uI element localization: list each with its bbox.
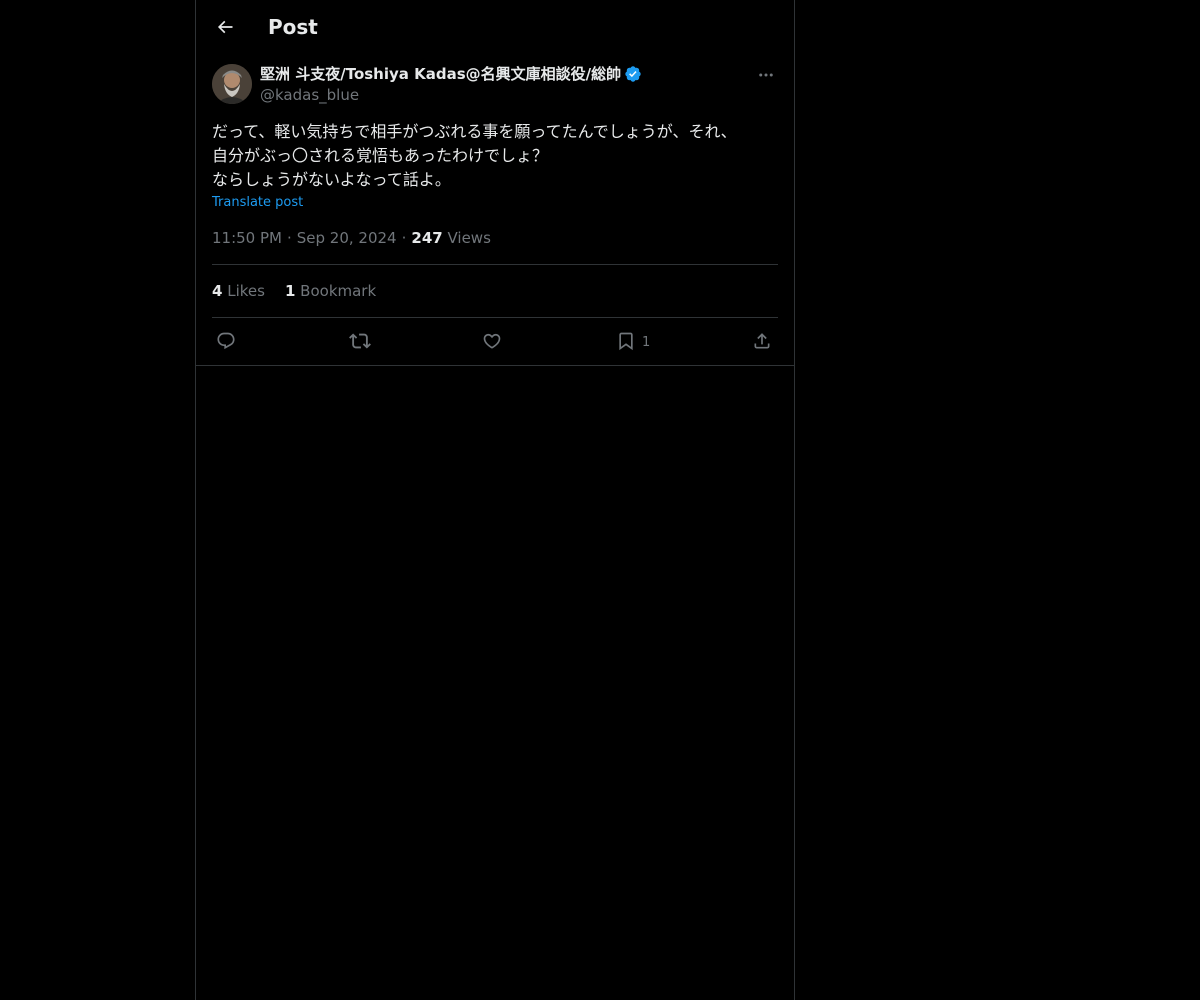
post-text-line: だって、軽い気持ちで相手がつぶれる事を願ってたんでしょうが、それ、 — [212, 122, 737, 141]
author-handle[interactable]: @kadas_blue — [260, 85, 642, 105]
bookmarks-stat-link[interactable]: 1 Bookmark — [285, 282, 376, 300]
translate-post-link[interactable]: Translate post — [212, 194, 303, 212]
post-time[interactable]: 11:50 PM — [212, 229, 282, 247]
bookmarks-count: 1 — [284, 282, 296, 300]
reply-icon — [216, 331, 236, 351]
reply-button[interactable] — [216, 328, 236, 354]
action-bar: 1 — [212, 328, 778, 354]
post-text-line: 自分がぶっ〇される覚悟もあったわけでしょ？ — [212, 146, 549, 165]
likes-label: Likes — [227, 282, 265, 300]
author-display-name: 堅洲 斗支夜/Toshiya Kadas@名興文庫相談役/総帥 — [260, 65, 622, 83]
repost-icon — [349, 330, 371, 352]
post-metadata: 11:50 PM · Sep 20, 2024 · 247 Views — [212, 228, 491, 248]
verified-badge-icon — [624, 65, 642, 83]
divider — [212, 317, 778, 318]
arrow-left-icon — [215, 17, 235, 37]
more-options-button[interactable] — [754, 64, 778, 86]
share-button[interactable] — [752, 328, 772, 354]
repost-button[interactable] — [349, 328, 371, 354]
like-button[interactable] — [482, 328, 502, 354]
avatar[interactable] — [212, 64, 252, 104]
back-button[interactable] — [208, 10, 242, 44]
likes-stat-link[interactable]: 4 Likes — [212, 282, 265, 300]
post-date[interactable]: Sep 20, 2024 — [297, 229, 397, 247]
heart-icon — [482, 331, 502, 351]
separator-dot: · — [401, 229, 407, 247]
bookmarks-label: Bookmark — [300, 282, 377, 300]
likes-count: 4 — [212, 282, 223, 300]
author-name-row[interactable]: 堅洲 斗支夜/Toshiya Kadas@名興文庫相談役/総帥 — [260, 64, 642, 84]
engagement-stats: 4 Likes 1 Bookmark — [212, 281, 396, 301]
divider — [212, 264, 778, 265]
more-horizontal-icon — [757, 66, 775, 84]
page-header: Post — [196, 0, 794, 53]
views-label: Views — [447, 229, 491, 247]
share-icon — [752, 331, 772, 351]
bookmark-icon — [616, 331, 636, 351]
post-text-line: ならしょうがないよなって話よ。 — [212, 170, 451, 189]
post-author: 堅洲 斗支夜/Toshiya Kadas@名興文庫相談役/総帥 @kadas_b… — [260, 64, 642, 105]
primary-column: Post 堅洲 斗支夜/Toshiya Kadas@名興文庫相談役/総帥 @ka… — [195, 0, 795, 1000]
divider — [196, 365, 794, 366]
bookmark-count: 1 — [642, 334, 651, 350]
separator-dot: · — [286, 229, 292, 247]
page-title: Post — [268, 15, 318, 39]
post-text: だって、軽い気持ちで相手がつぶれる事を願ってたんでしょうが、それ、 自分がぶっ〇… — [212, 120, 778, 192]
bookmark-button[interactable]: 1 — [616, 328, 650, 354]
views-count: 247 — [411, 229, 443, 247]
